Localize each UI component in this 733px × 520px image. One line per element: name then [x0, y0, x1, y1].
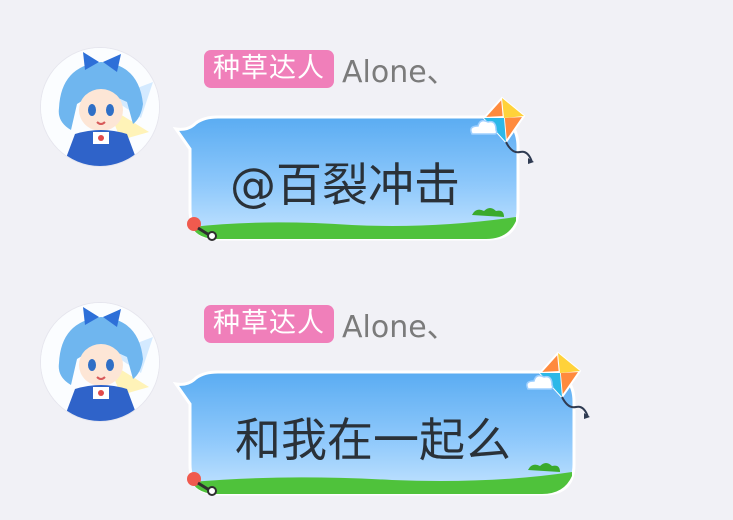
cloud-icon — [526, 374, 554, 390]
chat-message-1: 种草达人 Alone、 @百裂冲击 — [0, 0, 733, 250]
chat-message-2: 种草达人 Alone、 和我在一起么 — [0, 255, 733, 505]
sender-avatar[interactable] — [41, 48, 159, 166]
sender-nickname[interactable]: Alone、 — [342, 302, 457, 346]
pin-icon — [187, 472, 217, 496]
sender-name-row: 种草达人 Alone、 — [204, 302, 457, 346]
cloud-icon — [470, 119, 498, 135]
sender-name-row: 种草达人 Alone、 — [204, 47, 457, 91]
message-text: 和我在一起么 — [235, 413, 511, 467]
title-badge: 种草达人 — [204, 305, 334, 343]
title-badge: 种草达人 — [204, 50, 334, 88]
sender-nickname[interactable]: Alone、 — [342, 47, 457, 91]
message-text: @百裂冲击 — [230, 158, 460, 212]
pin-icon — [187, 217, 217, 241]
sender-avatar[interactable] — [41, 303, 159, 421]
